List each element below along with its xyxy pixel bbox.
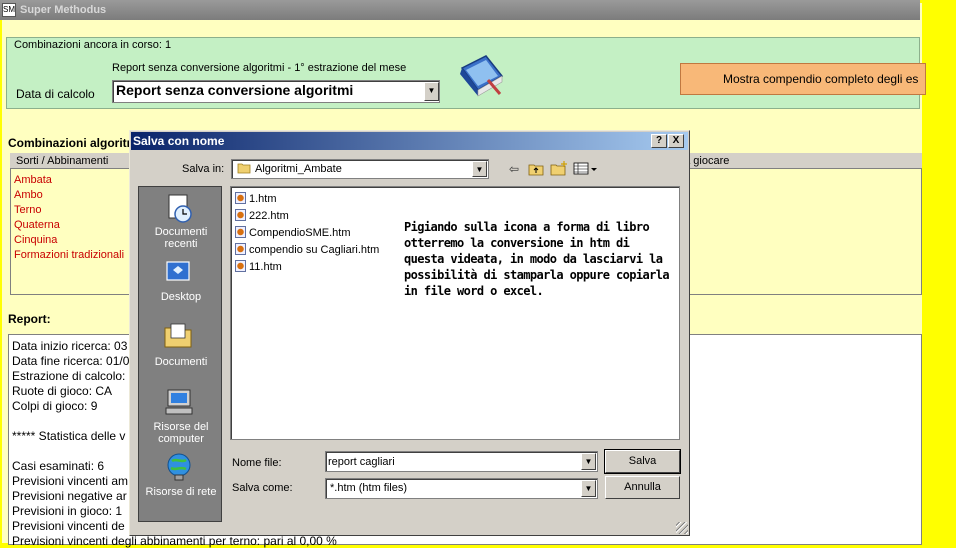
filename-dropdown-button[interactable]: ▼ — [581, 453, 596, 470]
place-recent[interactable]: Documenti recenti — [140, 226, 222, 250]
column-header-sorti[interactable]: Sorti / Abbinamenti — [16, 155, 108, 167]
calc-select-value: Report senza conversione algoritmi — [116, 82, 354, 98]
annotation-note: Pigiando sulla icona a forma di libro ot… — [404, 220, 670, 298]
up-folder-icon[interactable] — [527, 161, 545, 177]
file-item[interactable]: 222.htm — [235, 209, 289, 222]
help-button[interactable]: ? — [651, 134, 667, 148]
report-line: ***** Statistica delle v — [12, 429, 126, 443]
htm-file-icon — [235, 209, 246, 221]
combinations-heading: Combinazioni algoritmi — [8, 136, 141, 150]
report-line: Colpi di gioco: 9 — [12, 399, 98, 413]
htm-file-icon — [235, 243, 246, 255]
calc-group-legend: Combinazioni ancora in corso: 1 — [14, 39, 172, 51]
file-name: 1.htm — [249, 193, 277, 205]
report-line: Estrazione di calcolo: — [12, 369, 126, 383]
report-line: Previsioni in gioco: 1 — [12, 504, 123, 518]
cancel-button[interactable]: Annulla — [605, 476, 680, 499]
filename-input[interactable] — [328, 455, 578, 469]
filetype-value: *.htm (htm files) — [330, 482, 408, 494]
file-name: 11.htm — [249, 261, 282, 273]
filetype-label: Salva come: — [232, 482, 293, 494]
place-desktop[interactable]: Desktop — [140, 291, 222, 303]
compendio-button[interactable]: Mostra compendio completo degli es — [680, 63, 926, 95]
filetype-dropdown-button[interactable]: ▼ — [581, 480, 596, 497]
file-name: CompendioSME.htm — [249, 227, 351, 239]
calc-date-label: Data di calcolo — [16, 87, 95, 101]
file-item[interactable]: 11.htm — [235, 260, 282, 273]
computer-icon[interactable] — [163, 386, 195, 418]
calc-description: Report senza conversione algoritmi - 1° … — [112, 62, 407, 74]
dialog-title: Salva con nome — [131, 132, 688, 150]
htm-file-icon — [235, 260, 246, 272]
report-line: Casi esaminati: 6 — [12, 459, 105, 473]
book-icon[interactable] — [456, 54, 506, 100]
list-item[interactable]: Ambata — [14, 174, 52, 186]
report-line: Data inizio ricerca: 03 — [12, 339, 128, 353]
report-line: Previsioni vincenti am — [12, 474, 129, 488]
place-network[interactable]: Risorse di rete — [140, 486, 222, 498]
view-menu-icon[interactable] — [573, 161, 599, 177]
file-name: 222.htm — [249, 210, 289, 222]
file-item[interactable]: 1.htm — [235, 192, 277, 205]
list-item[interactable]: Terno — [14, 204, 42, 216]
documents-folder-icon[interactable] — [163, 320, 195, 352]
network-icon[interactable] — [163, 451, 195, 483]
calc-dropdown-button[interactable]: ▼ — [424, 82, 439, 101]
desktop-icon[interactable] — [163, 256, 195, 288]
save-button[interactable]: Salva — [604, 449, 681, 474]
htm-file-icon — [235, 226, 246, 238]
app-icon: SM — [2, 3, 16, 17]
save-in-value: Algoritmi_Ambate — [255, 163, 342, 175]
file-item[interactable]: compendio su Cagliari.htm — [235, 243, 379, 256]
save-in-label: Salva in: — [182, 163, 225, 175]
file-item[interactable]: CompendioSME.htm — [235, 226, 351, 239]
report-line: Ruote di gioco: CA — [12, 384, 113, 398]
folder-icon — [237, 163, 251, 174]
app-title-bar: Super Methodus — [0, 0, 920, 20]
list-item[interactable]: Cinquina — [14, 234, 57, 246]
recent-documents-icon[interactable] — [163, 192, 195, 224]
htm-file-icon — [235, 192, 246, 204]
list-item[interactable]: Formazioni tradizionali — [14, 249, 124, 261]
new-folder-icon[interactable] — [549, 160, 569, 177]
back-icon[interactable]: ⇦ — [505, 161, 523, 177]
report-line: Previsioni vincenti de — [12, 519, 125, 533]
report-line: Previsioni vincenti degli abbinamenti pe… — [12, 534, 337, 548]
list-item[interactable]: Quaterna — [14, 219, 60, 231]
file-name: compendio su Cagliari.htm — [249, 244, 380, 256]
save-in-dropdown-button[interactable]: ▼ — [472, 161, 487, 177]
place-computer[interactable]: Risorse del computer — [140, 421, 222, 445]
list-item[interactable]: Ambo — [14, 189, 43, 201]
resize-grip[interactable] — [676, 522, 688, 534]
close-button[interactable]: X — [668, 134, 684, 148]
filename-label: Nome file: — [232, 457, 282, 469]
report-line: Data fine ricerca: 01/0 — [12, 354, 130, 368]
place-documents[interactable]: Documenti — [140, 356, 222, 368]
report-label: Report: — [8, 312, 51, 326]
report-line: Previsioni negative ar — [12, 489, 127, 503]
